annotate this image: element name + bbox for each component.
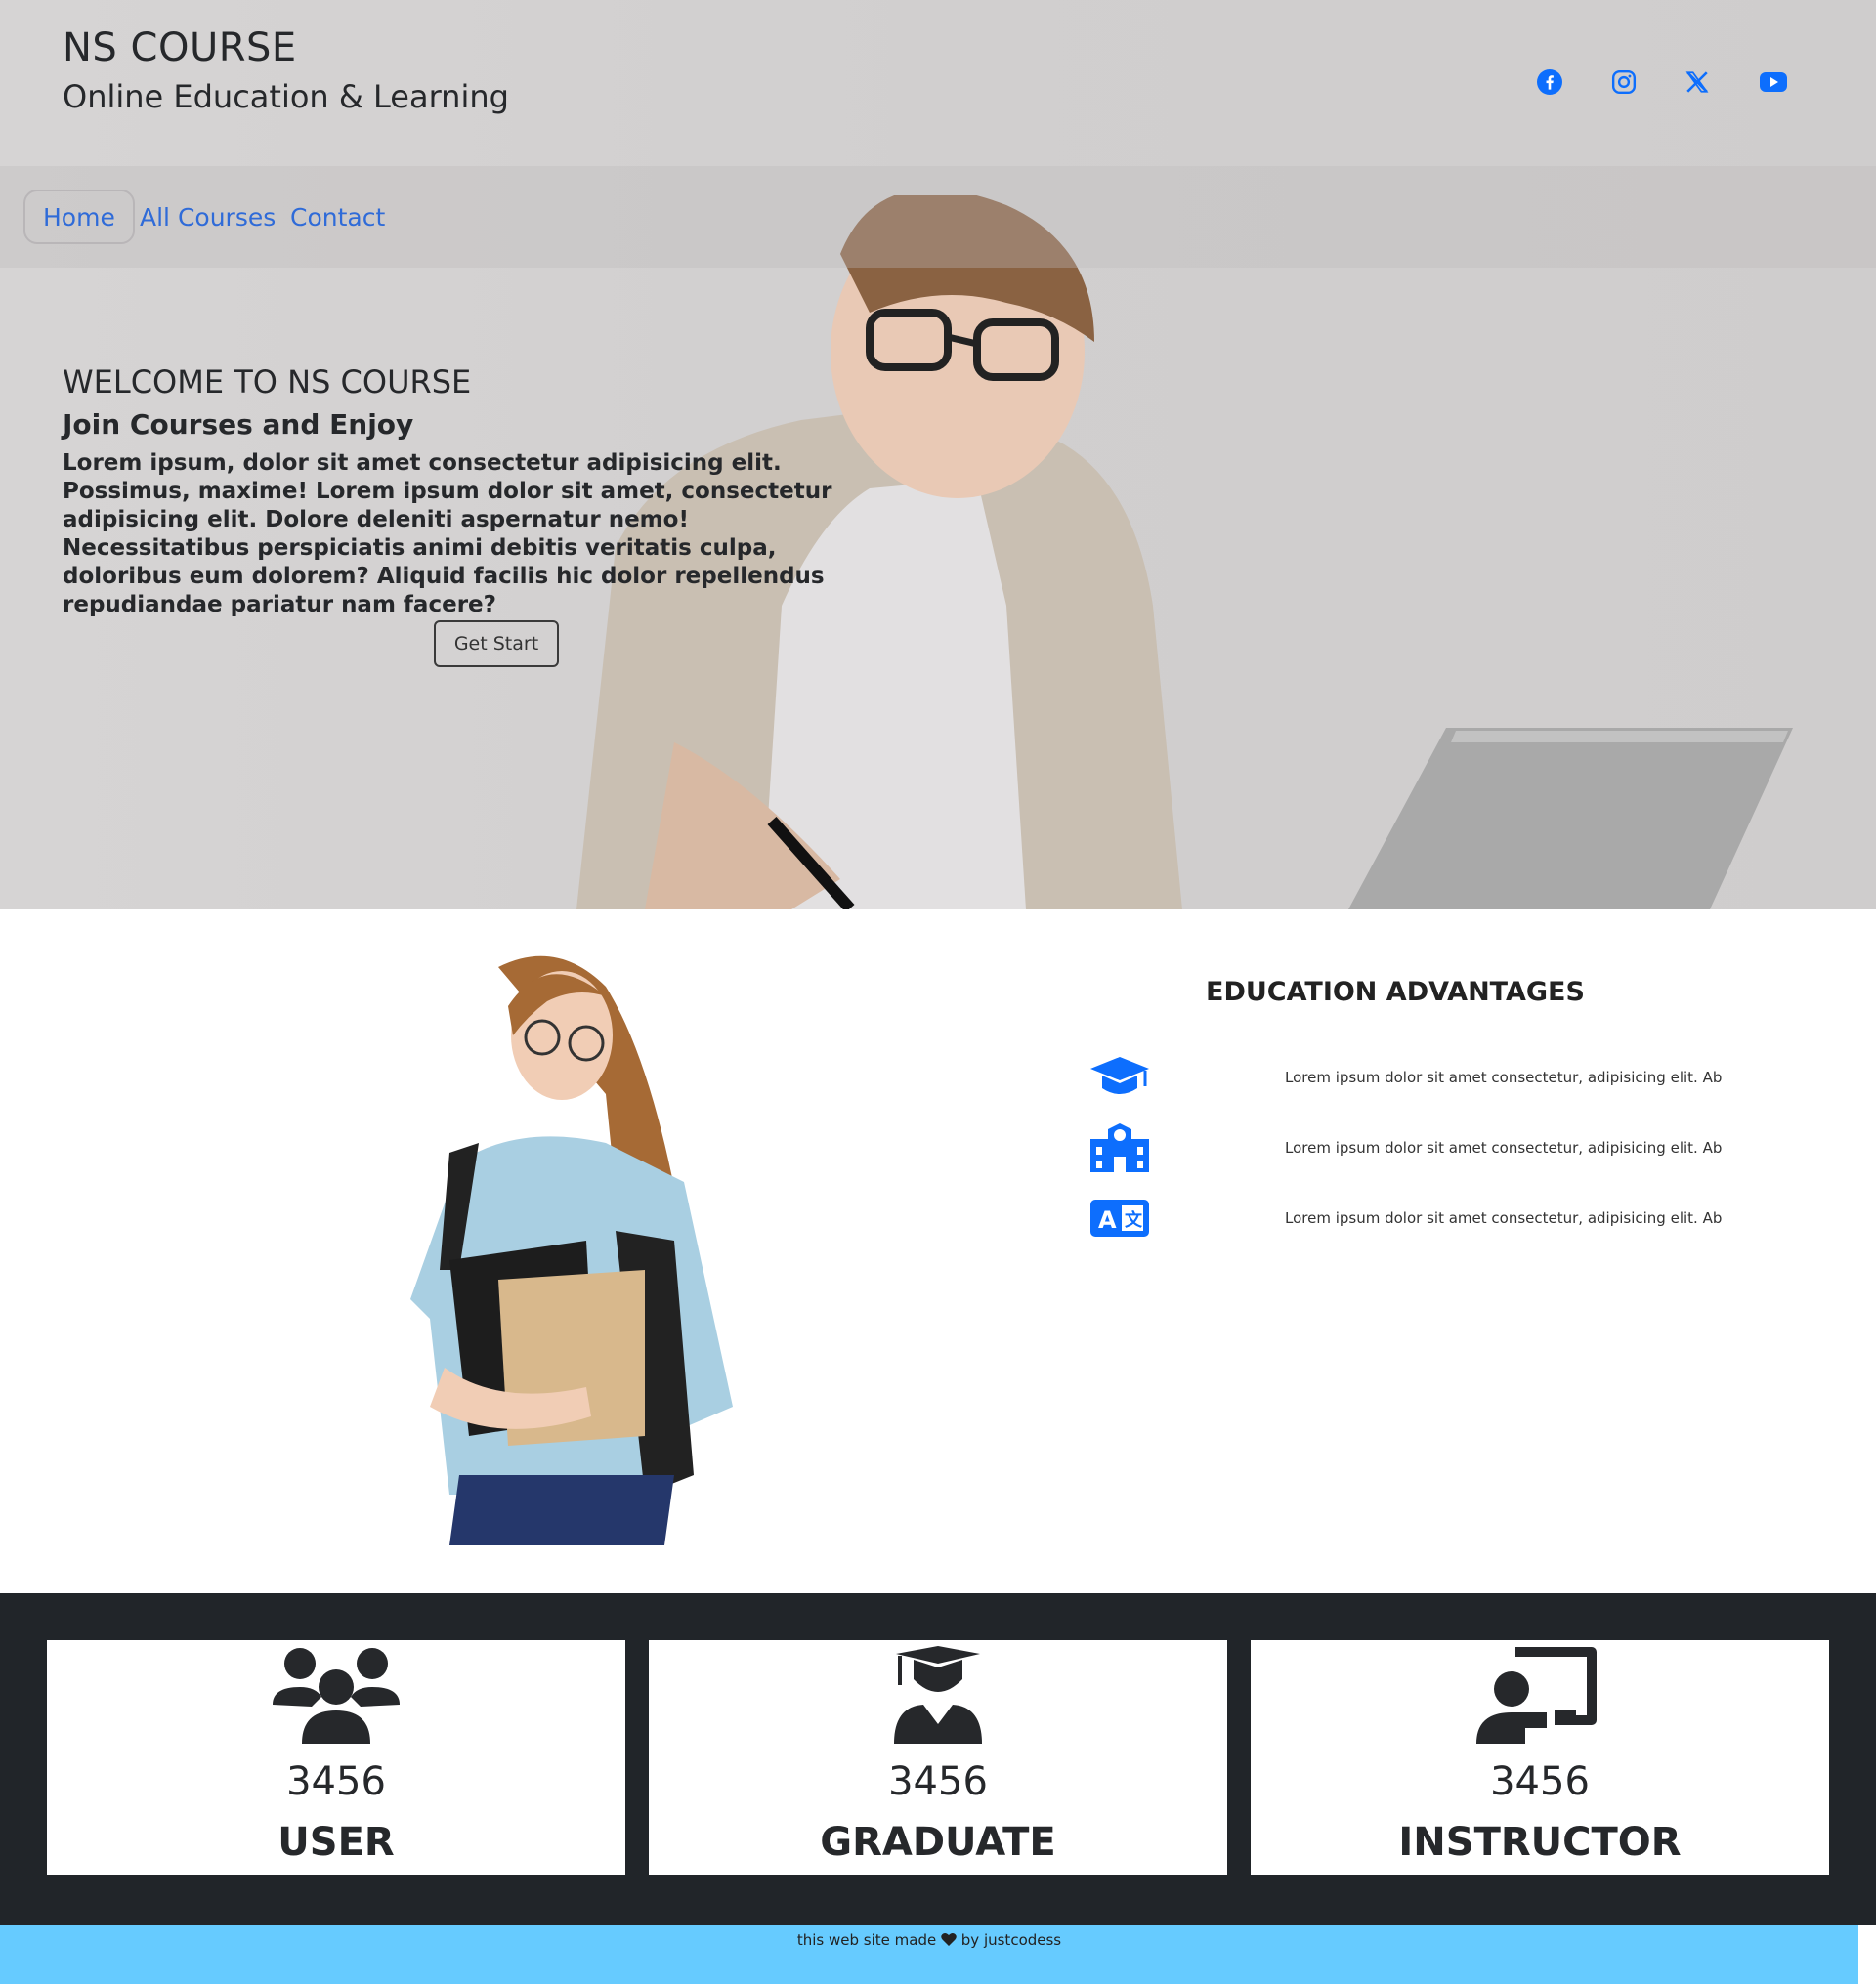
stat-value: 3456 <box>286 1759 386 1804</box>
main-nav: Home All Courses Contact <box>0 166 1876 268</box>
hero-section: NS COURSE Online Education & Learning Ho… <box>0 0 1876 909</box>
stat-value: 3456 <box>888 1759 988 1804</box>
nav-all-courses[interactable]: All Courses <box>122 190 293 244</box>
site-subtitle: Online Education & Learning <box>63 78 509 115</box>
footer-text-after: by justcodess <box>960 1931 1062 1949</box>
footer-text-before: this web site made <box>796 1931 937 1949</box>
stats-section: 3456 USER 3456 GRADUATE 3456 INSTRUCTOR <box>0 1593 1876 1925</box>
get-start-button[interactable]: Get Start <box>434 620 559 667</box>
stat-label: USER <box>277 1820 395 1865</box>
youtube-icon[interactable] <box>1758 66 1789 98</box>
site-header: NS COURSE Online Education & Learning <box>0 0 1876 166</box>
advantage-text: Lorem ipsum dolor sit amet consectetur, … <box>1285 1069 1723 1086</box>
svg-text:文: 文 <box>1125 1209 1143 1231</box>
nav-home[interactable]: Home <box>23 190 135 244</box>
stat-label: INSTRUCTOR <box>1398 1820 1682 1865</box>
advantage-item: Lorem ipsum dolor sit amet consectetur, … <box>1085 1121 1866 1180</box>
users-icon <box>273 1648 400 1744</box>
advantage-item: Lorem ipsum dolor sit amet consectetur, … <box>1085 1051 1866 1110</box>
facebook-icon[interactable] <box>1534 66 1565 98</box>
advantage-text: Lorem ipsum dolor sit amet consectetur, … <box>1285 1139 1723 1157</box>
graduate-icon <box>894 1646 982 1744</box>
site-title: NS COURSE <box>63 25 297 70</box>
hero-heading: WELCOME TO NS COURSE <box>63 363 472 401</box>
school-building-icon <box>1090 1123 1149 1172</box>
advantages-title: EDUCATION ADVANTAGES <box>1206 977 1585 1007</box>
stat-value: 3456 <box>1490 1759 1590 1804</box>
advantage-text: Lorem ipsum dolor sit amet consectetur, … <box>1285 1209 1723 1227</box>
hero-paragraph: Lorem ipsum, dolor sit amet consectetur … <box>63 450 832 617</box>
footer-credit: this web site made by justcodess <box>0 1931 1858 1949</box>
student-books-photo <box>410 955 733 1545</box>
nav-contact[interactable]: Contact <box>273 190 403 244</box>
stat-label: GRADUATE <box>820 1820 1056 1865</box>
instructor-icon <box>1476 1647 1597 1744</box>
svg-text:A: A <box>1098 1206 1117 1234</box>
x-icon[interactable] <box>1682 66 1713 98</box>
graduation-cap-icon <box>1090 1057 1149 1094</box>
translate-icon: A 文 <box>1090 1200 1149 1237</box>
stat-card-user: 3456 USER <box>47 1640 625 1875</box>
heart-icon <box>941 1932 957 1946</box>
hero-subheading: Join Courses and Enjoy <box>63 408 414 441</box>
site-footer: this web site made by justcodess <box>0 1925 1858 1984</box>
advantage-item: A 文 Lorem ipsum dolor sit amet consectet… <box>1085 1192 1866 1250</box>
stat-card-graduate: 3456 GRADUATE <box>649 1640 1227 1875</box>
stat-card-instructor: 3456 INSTRUCTOR <box>1251 1640 1829 1875</box>
instagram-icon[interactable] <box>1608 66 1640 98</box>
